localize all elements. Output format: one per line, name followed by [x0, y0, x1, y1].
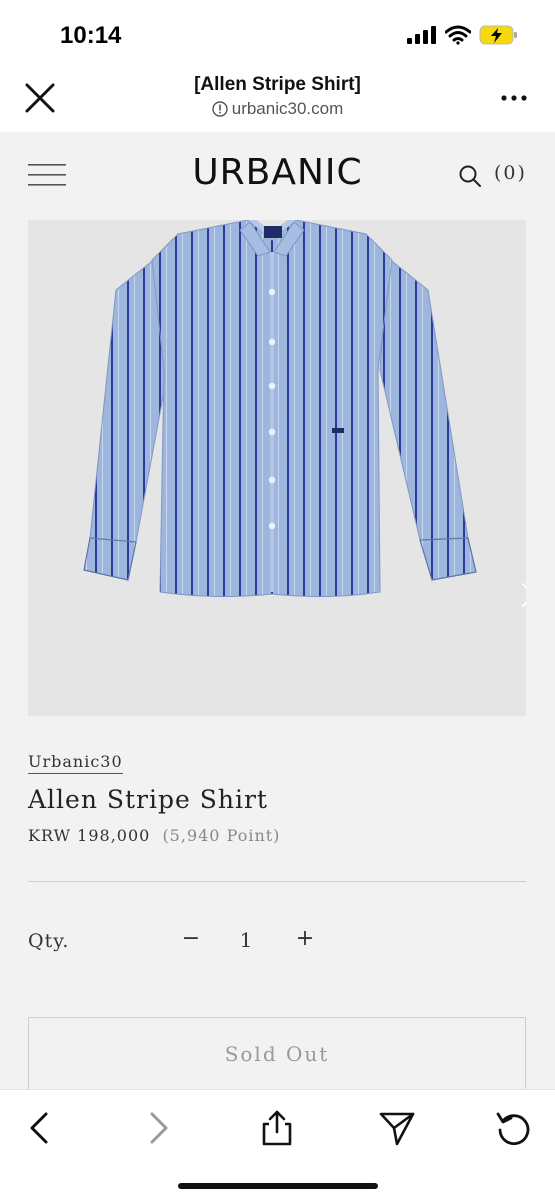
chevron-left-icon[interactable]	[20, 1108, 60, 1148]
qty-value[interactable]: 1	[236, 928, 256, 952]
more-icon[interactable]	[499, 90, 529, 106]
wifi-icon	[445, 25, 471, 45]
battery-icon	[479, 25, 517, 45]
shirt-image	[83, 220, 477, 598]
home-indicator	[178, 1183, 378, 1189]
sold-out-button[interactable]: Sold Out	[28, 1017, 526, 1090]
price: KRW 198,000	[28, 826, 151, 845]
search-icon[interactable]	[458, 164, 482, 188]
signal-icon	[407, 26, 436, 44]
send-icon[interactable]	[377, 1108, 417, 1148]
share-icon[interactable]	[257, 1108, 297, 1148]
page-url-text: urbanic30.com	[231, 99, 344, 118]
points: (5,940 Point)	[162, 826, 281, 845]
chevron-right-icon[interactable]	[518, 580, 526, 610]
page-title: [Allen Stripe Shirt]	[194, 74, 361, 95]
status-icons	[407, 24, 519, 46]
site-header: URBANIC (0)	[0, 132, 555, 220]
reload-icon[interactable]	[494, 1108, 534, 1148]
chevron-right-icon[interactable]	[138, 1108, 178, 1148]
status-time: 10:14	[60, 22, 122, 49]
product-name: Allen Stripe Shirt	[28, 785, 268, 814]
browser-header: [Allen Stripe Shirt] urbanic30.com	[0, 66, 555, 133]
qty-decrease-button[interactable]: −	[178, 926, 204, 956]
page-url: urbanic30.com	[120, 99, 435, 119]
cart-count[interactable]: (0)	[494, 162, 527, 184]
browser-title-area: [Allen Stripe Shirt] urbanic30.com	[120, 74, 435, 119]
info-icon	[212, 101, 228, 117]
divider	[28, 881, 526, 882]
qty-label: Qty.	[28, 930, 70, 952]
qty-increase-button[interactable]: +	[292, 926, 318, 956]
brand-link[interactable]: Urbanic30	[28, 752, 123, 774]
price-line: KRW 198,000 (5,940 Point)	[28, 826, 280, 845]
close-icon[interactable]	[22, 80, 58, 116]
status-bar: 10:14	[0, 0, 555, 66]
product-image[interactable]	[28, 220, 526, 716]
